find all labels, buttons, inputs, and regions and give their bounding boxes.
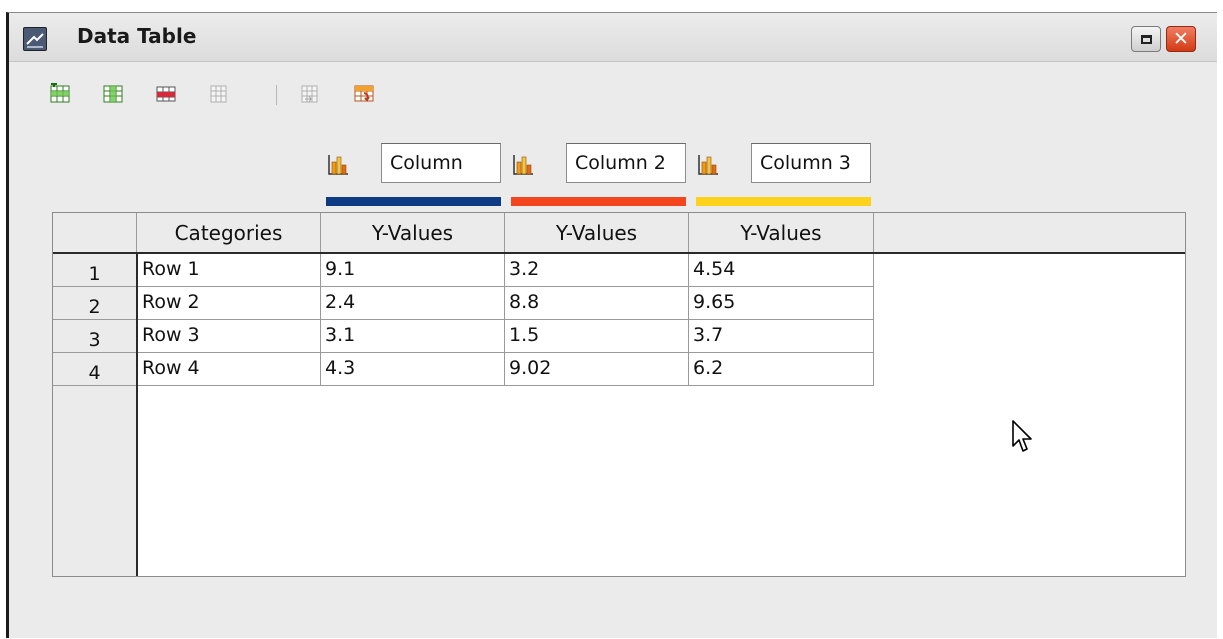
data-table-dialog: Data Table ✕ Column Column 2 Column 3 Ca… <box>6 12 1217 638</box>
close-button[interactable]: ✕ <box>1166 26 1196 52</box>
bar-chart-icon[interactable] <box>511 153 535 177</box>
table-cell[interactable]: 9.02 <box>505 353 689 386</box>
series-color-bar <box>326 197 501 206</box>
series-color-bar <box>511 197 686 206</box>
series-name-field[interactable]: Column <box>381 143 501 183</box>
column-header-row: Categories Y-Values Y-Values Y-Values <box>53 213 1185 254</box>
table-cell[interactable]: Row 1 <box>138 254 321 287</box>
column-header-categories[interactable]: Categories <box>137 213 321 252</box>
table-cell[interactable]: 4.54 <box>689 254 874 287</box>
data-grid: Categories Y-Values Y-Values Y-Values 1 … <box>52 212 1186 577</box>
toolbar-separator <box>276 85 277 105</box>
bar-chart-icon[interactable] <box>326 153 350 177</box>
column-header-y-values-2[interactable]: Y-Values <box>505 213 689 252</box>
table-cell[interactable]: 2.4 <box>321 287 505 320</box>
row-number[interactable]: 2 <box>53 287 136 320</box>
app-icon <box>23 27 47 51</box>
table-cell[interactable]: 9.65 <box>689 287 874 320</box>
title-bar[interactable]: Data Table ✕ <box>9 13 1217 62</box>
insert-series-icon[interactable] <box>102 83 124 105</box>
window-title: Data Table <box>77 24 197 48</box>
move-row-down-icon[interactable] <box>353 83 375 105</box>
table-cell[interactable]: 3.7 <box>689 320 874 353</box>
table-cell[interactable]: 8.8 <box>505 287 689 320</box>
column-header-y-values-1[interactable]: Y-Values <box>321 213 505 252</box>
series-color-bar <box>696 197 871 206</box>
column-header-y-values-3[interactable]: Y-Values <box>689 213 874 252</box>
delete-series-icon[interactable] <box>208 83 230 105</box>
table-cell[interactable]: 4.3 <box>321 353 505 386</box>
table-cell[interactable]: 3.1 <box>321 320 505 353</box>
corner-cell[interactable] <box>53 213 137 252</box>
close-icon: ✕ <box>1173 28 1189 50</box>
mouse-pointer-icon <box>1012 420 1032 452</box>
table-cell[interactable]: 1.5 <box>505 320 689 353</box>
table-cell[interactable]: Row 2 <box>138 287 321 320</box>
insert-row-icon[interactable] <box>49 81 71 105</box>
series-name-field[interactable]: Column 2 <box>566 143 686 183</box>
bar-chart-icon[interactable] <box>696 153 720 177</box>
table-cell[interactable]: Row 3 <box>138 320 321 353</box>
row-number[interactable]: 3 <box>53 320 136 353</box>
delete-row-icon[interactable] <box>155 83 177 105</box>
table-cell[interactable]: 3.2 <box>505 254 689 287</box>
table-cell[interactable]: Row 4 <box>138 353 321 386</box>
move-series-right-icon[interactable] <box>299 83 321 105</box>
table-cell[interactable]: 9.1 <box>321 254 505 287</box>
row-number[interactable]: 1 <box>53 254 136 287</box>
table-cell[interactable]: 6.2 <box>689 353 874 386</box>
restore-button[interactable] <box>1131 26 1161 52</box>
series-name-field[interactable]: Column 3 <box>751 143 871 183</box>
restore-icon <box>1141 35 1152 44</box>
row-number[interactable]: 4 <box>53 353 136 386</box>
